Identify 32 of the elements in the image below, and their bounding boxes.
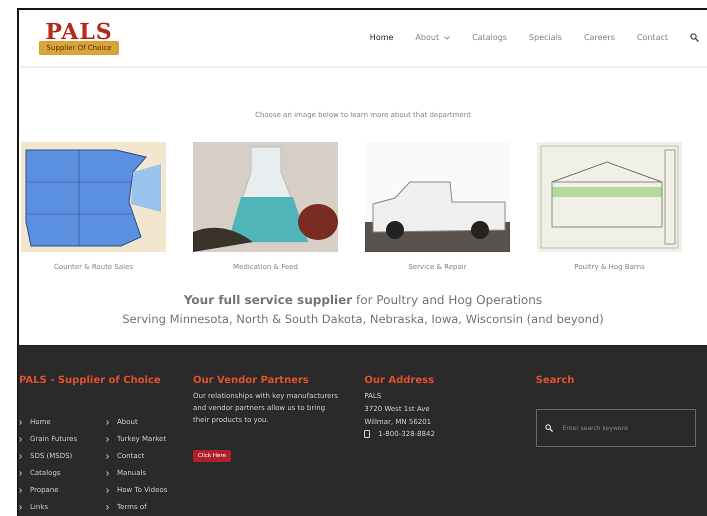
chevron-icon <box>106 437 109 442</box>
nav-link-item[interactable]: Catalogs <box>472 32 507 44</box>
nav-link-item[interactable]: Contact <box>636 32 668 44</box>
footer-heading: Search <box>536 375 576 387</box>
nav-link-item[interactable]: Careers <box>584 32 615 44</box>
headline-text: Your full service supplier for Poultry and Hog Operations <box>184 292 542 308</box>
chevron-icon <box>106 420 109 425</box>
logo-text[interactable]: PALS <box>45 20 113 42</box>
search-icon[interactable] <box>690 33 699 42</box>
chevron-icon <box>19 454 22 459</box>
footer-heading: Our Vendor Partners <box>193 375 309 387</box>
phone-icon <box>364 430 370 438</box>
chevron-icon <box>106 454 109 459</box>
chevron-icon <box>106 471 109 476</box>
chevron-icon <box>19 505 22 510</box>
service-area-text: Serving Minnesota, North & South Dakota, Nebraska, Iowa, Wisconsin (and beyond) <box>122 310 604 328</box>
chevron-icon <box>106 488 109 493</box>
chevron-icon <box>19 420 22 425</box>
chevron-icon <box>106 505 109 510</box>
map-drawing[interactable] <box>21 142 166 252</box>
nav-link-item[interactable]: Home <box>370 32 394 44</box>
nav-link-item[interactable]: Specials <box>528 32 562 44</box>
chevron-icon <box>19 488 22 493</box>
search-icon <box>544 424 553 432</box>
footer-heading: PALS - Supplier of Choice <box>19 375 162 387</box>
blueprint-drawing[interactable] <box>537 142 682 252</box>
chevron-icon <box>19 471 22 476</box>
caret-icon <box>444 36 450 40</box>
flask-drawing[interactable] <box>193 142 338 252</box>
footer-heading: Our Address <box>364 375 436 387</box>
nav-link-item[interactable]: About <box>415 32 450 44</box>
chevron-icon <box>19 437 22 442</box>
